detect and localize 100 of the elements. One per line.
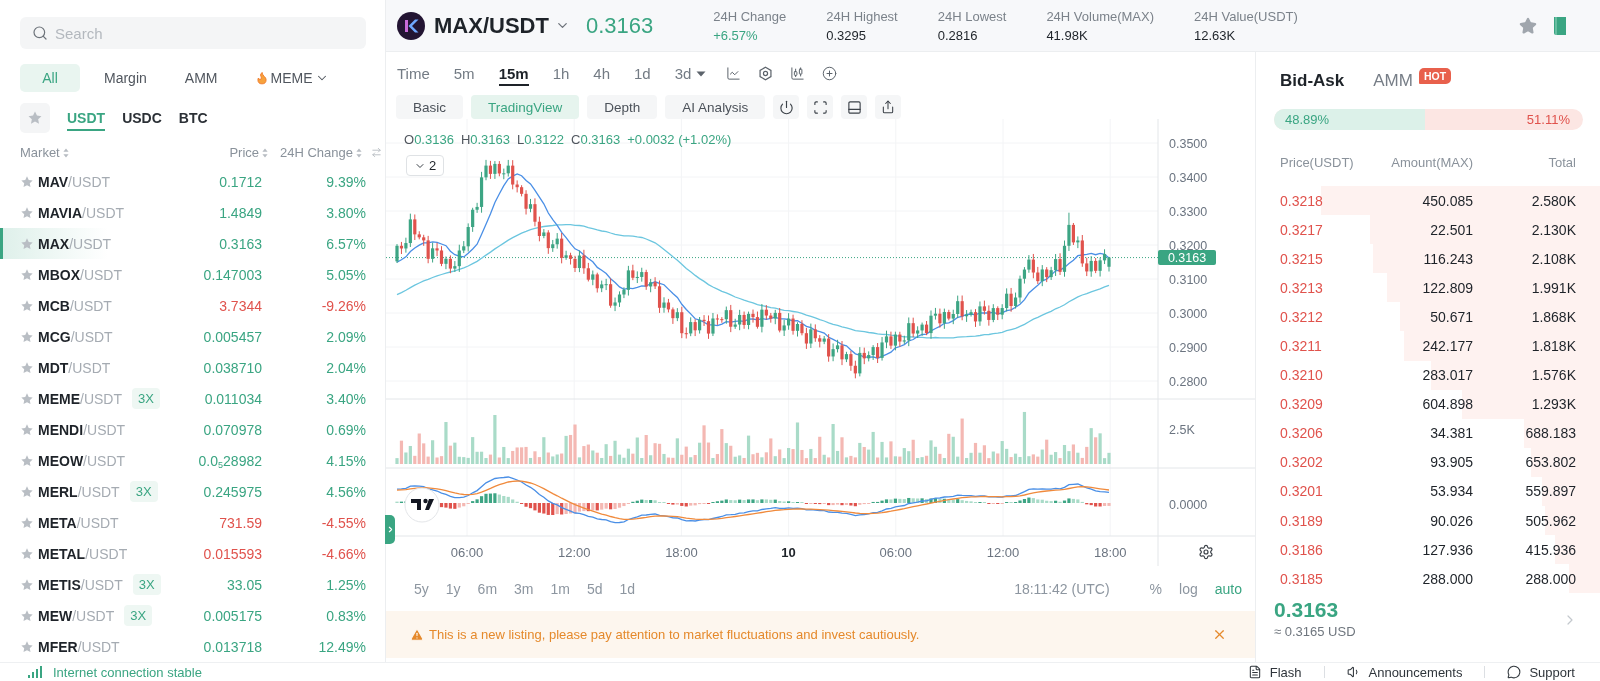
settings-icon[interactable]: [758, 66, 774, 81]
price-value: 0.005175: [202, 607, 262, 624]
view-tab[interactable]: AI Analysis: [665, 95, 766, 119]
star-icon[interactable]: [20, 298, 34, 313]
panel-toggle-handle[interactable]: [385, 515, 395, 544]
ask-row[interactable]: 0.3210 283.017 1.576K: [1256, 360, 1600, 390]
price-axis-label: 0.3200: [1169, 238, 1208, 253]
star-icon[interactable]: [20, 484, 34, 499]
ask-row[interactable]: 0.3212 50.671 1.868K: [1256, 302, 1600, 332]
star-icon[interactable]: [20, 608, 34, 623]
ask-row[interactable]: 0.3215 116.243 2.108K: [1256, 244, 1600, 274]
footer-link[interactable]: Flash: [1247, 664, 1302, 680]
ask-row[interactable]: 0.3185 288.000 288.000: [1256, 564, 1600, 594]
sort-icon[interactable]: [62, 147, 69, 158]
coin-logo-icon: [397, 11, 425, 40]
market-row[interactable]: MEME/USDT 3X 0.011034 3.40%: [0, 383, 385, 414]
star-icon[interactable]: [20, 577, 34, 592]
market-row[interactable]: MCB/USDT 3.7344 -9.26%: [0, 290, 385, 321]
change-value: 0.69%: [325, 421, 366, 438]
ask-row[interactable]: 0.3189 90.026 505.962: [1256, 506, 1600, 536]
view-tab[interactable]: Depth: [587, 95, 658, 119]
interval-tab[interactable]: 1h: [552, 61, 570, 86]
market-row[interactable]: MAV/USDT 0.1712 9.39%: [0, 166, 385, 197]
price-axis-label: 0.3500: [1169, 136, 1208, 151]
star-icon[interactable]: [20, 360, 34, 375]
interval-tab[interactable]: 4h: [593, 61, 611, 86]
sort-icon[interactable]: [356, 147, 362, 158]
book-tab[interactable]: AMM: [1373, 71, 1413, 91]
market-row[interactable]: MCG/USDT 0.005457 2.09%: [0, 321, 385, 352]
star-icon[interactable]: [20, 639, 34, 654]
category-tab[interactable]: Margin: [90, 64, 161, 92]
ask-row[interactable]: 0.3206 34.381 688.183: [1256, 418, 1600, 448]
power-button[interactable]: [773, 95, 800, 119]
stat-label: 24H Highest: [826, 7, 898, 25]
ask-row[interactable]: 0.3186 127.936 415.936: [1256, 535, 1600, 565]
market-row[interactable]: MEOW/USDT 0.0$_{5}$28982 4.15%: [0, 445, 385, 476]
ask-total: 2.580K: [1530, 192, 1576, 209]
star-icon[interactable]: [20, 453, 34, 468]
warning-icon: [410, 627, 424, 642]
interval-tab[interactable]: 1d: [634, 61, 651, 86]
market-row[interactable]: MAVIA/USDT 1.4849 3.80%: [0, 197, 385, 228]
star-icon[interactable]: [20, 329, 34, 344]
star-icon[interactable]: [20, 267, 34, 282]
swap-arrows-icon[interactable]: [371, 147, 382, 158]
ask-price: 0.3215: [1280, 250, 1324, 267]
search-field[interactable]: Search: [20, 17, 366, 49]
star-icon[interactable]: [20, 515, 34, 530]
market-row[interactable]: META/USDT 731.59 -4.55%: [0, 507, 385, 538]
view-tab[interactable]: Basic: [396, 95, 463, 119]
indicator-toggle[interactable]: 2: [406, 155, 445, 176]
fullscreen-button[interactable]: [807, 95, 834, 119]
sort-icon[interactable]: [262, 147, 268, 158]
market-row[interactable]: MBOX/USDT 0.147003 5.05%: [0, 259, 385, 290]
ask-row[interactable]: 0.3218 450.085 2.580K: [1256, 186, 1600, 216]
ask-row[interactable]: 0.3209 604.898 1.293K: [1256, 389, 1600, 419]
star-icon[interactable]: [20, 391, 34, 406]
line-chart-icon[interactable]: [726, 66, 742, 81]
settings-icon[interactable]: [1200, 545, 1212, 559]
footer-link[interactable]: Support: [1507, 664, 1575, 680]
quote-tab[interactable]: USDC: [122, 105, 162, 131]
ask-row[interactable]: 0.3201 53.934 559.897: [1256, 476, 1600, 507]
sell-ratio-text: 51.11%: [1526, 112, 1570, 127]
ask-row[interactable]: 0.3202 93.905 653.802: [1256, 447, 1600, 477]
category-tab[interactable]: AMM: [170, 64, 232, 92]
market-row[interactable]: MERL/USDT 3X 0.245975 4.56%: [0, 476, 385, 507]
market-row[interactable]: METIS/USDT 3X 33.05 1.25%: [0, 569, 385, 600]
book-icon[interactable]: [1552, 15, 1568, 36]
ask-amount: 242.177: [1421, 338, 1473, 354]
interval-tab[interactable]: 3d: [674, 61, 707, 86]
market-row[interactable]: METAL/USDT 0.015593 -4.66%: [0, 538, 385, 569]
quote-tab[interactable]: BTC: [178, 105, 208, 131]
star-icon[interactable]: [20, 205, 34, 220]
star-icon[interactable]: [20, 174, 34, 189]
market-row[interactable]: MFER/USDT 0.013718 12.49%: [0, 631, 385, 662]
add-indicator-icon[interactable]: [822, 66, 838, 81]
star-icon[interactable]: [20, 236, 34, 251]
star-icon[interactable]: [1519, 16, 1537, 35]
star-icon[interactable]: [20, 422, 34, 437]
interval-tab[interactable]: 5m: [453, 61, 475, 86]
ask-row[interactable]: 0.3213 122.809 1.991K: [1256, 273, 1600, 303]
candlestick-icon[interactable]: [790, 66, 806, 81]
market-symbol[interactable]: MAX/USDT: [434, 12, 549, 39]
market-row[interactable]: MDT/USDT 0.038710 2.04%: [0, 352, 385, 383]
star-icon[interactable]: [20, 546, 34, 561]
price-value: 0.1712: [218, 173, 262, 190]
footer-link[interactable]: Announcements: [1346, 664, 1463, 680]
category-tab[interactable]: MEME: [241, 64, 344, 92]
interval-tab[interactable]: 15m: [498, 61, 529, 86]
market-row[interactable]: MENDI/USDT 0.070978 0.69%: [0, 414, 385, 445]
interval-tab[interactable]: Time: [397, 61, 430, 86]
layout-button[interactable]: [841, 95, 868, 119]
book-tab[interactable]: Bid-Ask: [1280, 71, 1345, 91]
close-button[interactable]: [1212, 627, 1227, 642]
ask-row[interactable]: 0.3217 22.501 2.130K: [1256, 215, 1600, 245]
favorites-button[interactable]: [20, 103, 50, 133]
market-pair: MAVIA/USDT: [38, 204, 125, 221]
ask-row[interactable]: 0.3211 242.177 1.818K: [1256, 331, 1600, 361]
market-row[interactable]: MEW/USDT 3X 0.005175 0.83%: [0, 600, 385, 631]
stat-value: 12.63K: [1194, 26, 1237, 44]
share-button[interactable]: [875, 95, 902, 119]
